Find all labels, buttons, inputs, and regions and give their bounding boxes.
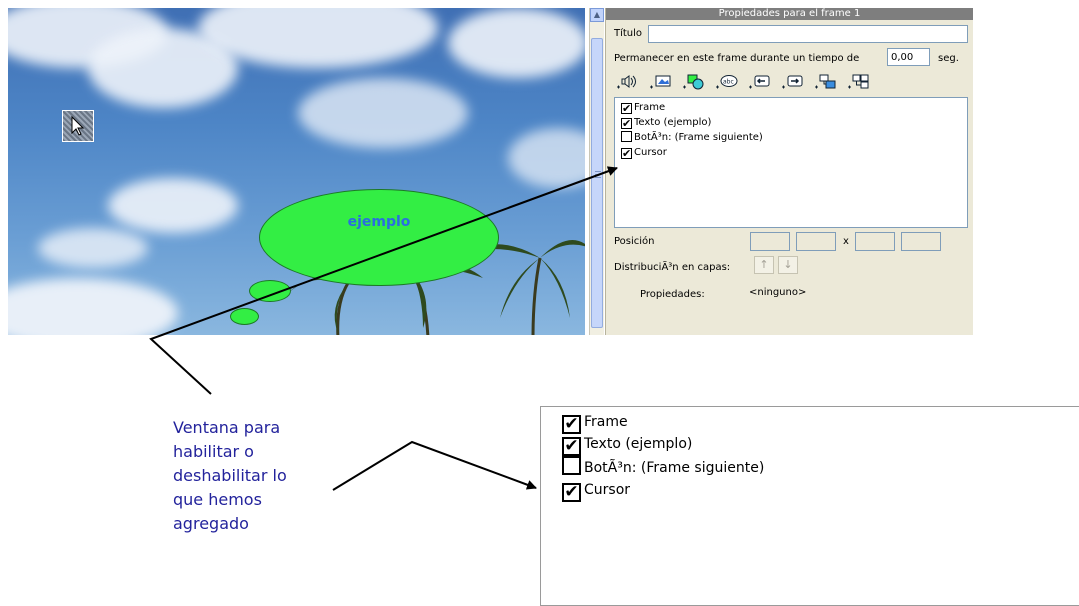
arrow-to-enlarged-list <box>332 440 537 491</box>
arrow-to-panel-list <box>149 166 618 395</box>
annotation-arrows <box>149 166 618 491</box>
